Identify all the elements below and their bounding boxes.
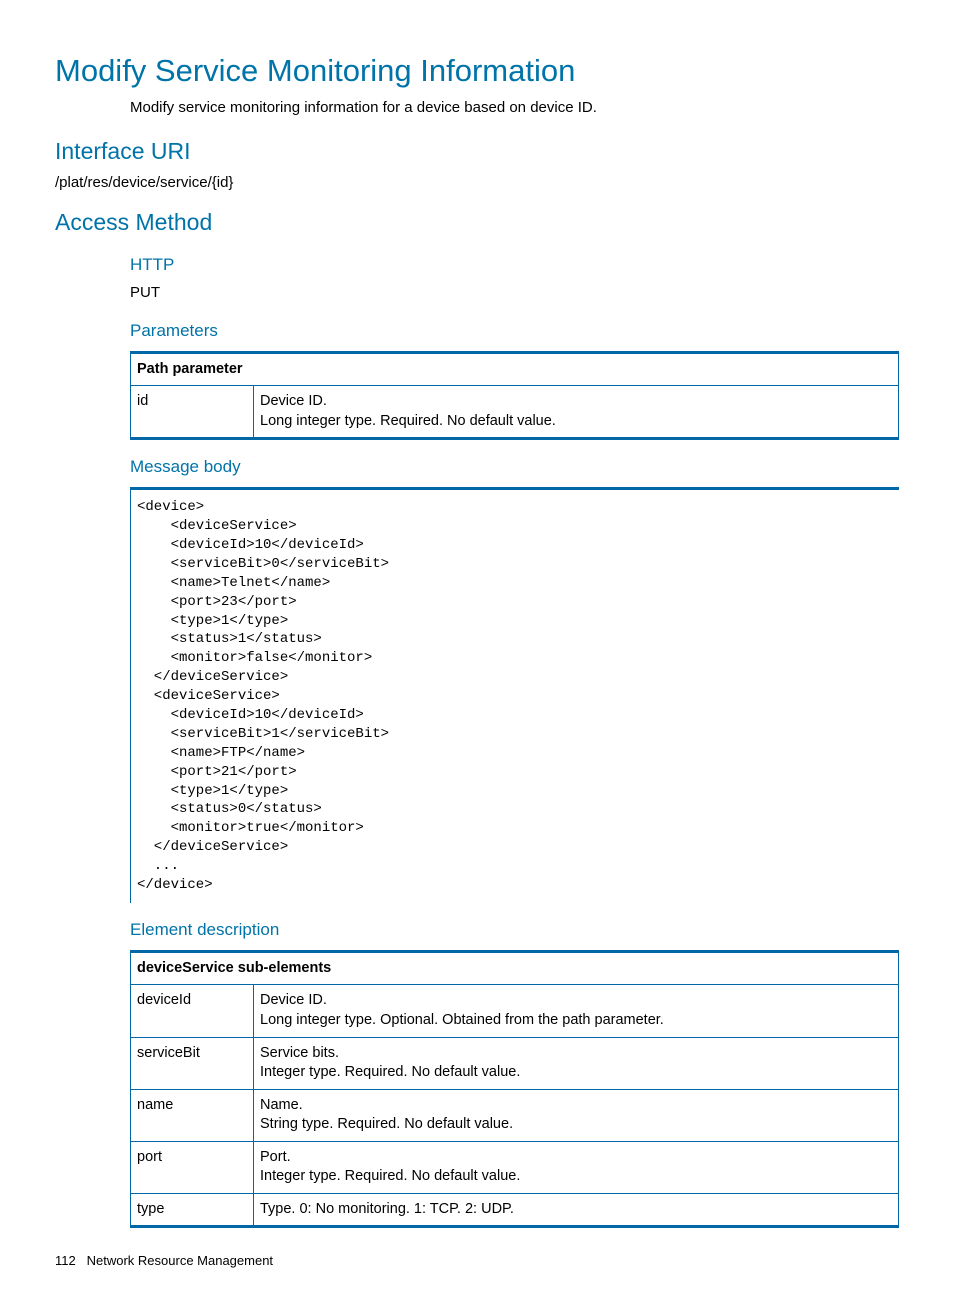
elem-name: type xyxy=(131,1193,254,1227)
page-footer: 112 Network Resource Management xyxy=(55,1252,899,1270)
table-row: serviceBit Service bits. Integer type. R… xyxy=(131,1037,899,1089)
table-row: type Type. 0: No monitoring. 1: TCP. 2: … xyxy=(131,1193,899,1227)
message-body-heading: Message body xyxy=(130,456,899,479)
http-heading: HTTP xyxy=(130,254,899,277)
http-method: PUT xyxy=(130,283,899,303)
elem-desc-line1: Name. xyxy=(260,1097,303,1113)
elem-desc: Type. 0: No monitoring. 1: TCP. 2: UDP. xyxy=(254,1193,899,1227)
interface-uri-value: /plat/res/device/service/{id} xyxy=(55,173,899,193)
elem-desc-line2: Integer type. Required. No default value… xyxy=(260,1168,520,1184)
path-parameter-header: Path parameter xyxy=(131,352,899,386)
elem-desc: Device ID. Long integer type. Optional. … xyxy=(254,985,899,1037)
elem-desc-line1: Type. 0: No monitoring. 1: TCP. 2: UDP. xyxy=(260,1201,514,1217)
elem-name: port xyxy=(131,1141,254,1193)
page-title: Modify Service Monitoring Information xyxy=(55,50,899,92)
elem-desc: Name. String type. Required. No default … xyxy=(254,1089,899,1141)
elem-desc: Service bits. Integer type. Required. No… xyxy=(254,1037,899,1089)
param-desc-line2: Long integer type. Required. No default … xyxy=(260,413,556,429)
table-row: port Port. Integer type. Required. No de… xyxy=(131,1141,899,1193)
sub-elements-header: deviceService sub-elements xyxy=(131,951,899,985)
elem-desc-line1: Service bits. xyxy=(260,1045,339,1061)
elem-name: deviceId xyxy=(131,985,254,1037)
access-method-heading: Access Method xyxy=(55,207,899,238)
param-desc-line1: Device ID. xyxy=(260,393,327,409)
table-row: name Name. String type. Required. No def… xyxy=(131,1089,899,1141)
table-row: deviceId Device ID. Long integer type. O… xyxy=(131,985,899,1037)
param-name: id xyxy=(131,386,254,439)
sub-elements-table: deviceService sub-elements deviceId Devi… xyxy=(130,950,899,1229)
elem-name: serviceBit xyxy=(131,1037,254,1089)
elem-desc-line1: Port. xyxy=(260,1149,291,1165)
elem-desc-line2: Integer type. Required. No default value… xyxy=(260,1064,520,1080)
chapter-name: Network Resource Management xyxy=(87,1253,273,1268)
elem-desc-line2: String type. Required. No default value. xyxy=(260,1116,513,1132)
param-desc: Device ID. Long integer type. Required. … xyxy=(254,386,899,439)
elem-desc: Port. Integer type. Required. No default… xyxy=(254,1141,899,1193)
interface-uri-heading: Interface URI xyxy=(55,136,899,167)
message-body-code: <device> <deviceService> <deviceId>10</d… xyxy=(130,487,899,903)
elem-desc-line2: Long integer type. Optional. Obtained fr… xyxy=(260,1012,664,1028)
table-row: id Device ID. Long integer type. Require… xyxy=(131,386,899,439)
parameters-heading: Parameters xyxy=(130,320,899,343)
intro-text: Modify service monitoring information fo… xyxy=(130,98,899,118)
element-description-heading: Element description xyxy=(130,919,899,942)
elem-desc-line1: Device ID. xyxy=(260,992,327,1008)
elem-name: name xyxy=(131,1089,254,1141)
path-parameter-table: Path parameter id Device ID. Long intege… xyxy=(130,351,899,441)
page-number: 112 xyxy=(55,1252,83,1270)
